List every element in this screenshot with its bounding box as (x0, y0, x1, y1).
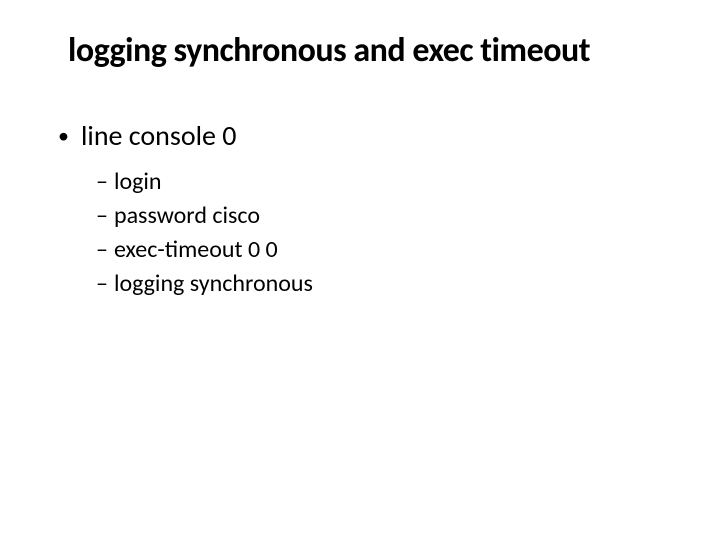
dash-icon: – (96, 235, 108, 265)
list-item: • line console 0 (58, 119, 660, 153)
list-item-label: exec-timeout 0 0 (114, 235, 278, 265)
list-item: – password cisco (96, 201, 660, 231)
sublist: – login – password cisco – exec-timeout … (96, 167, 660, 299)
dash-icon: – (96, 201, 108, 231)
list-item-label: logging synchronous (114, 269, 313, 299)
dash-icon: – (96, 269, 108, 299)
slide-container: logging synchronous and exec timeout • l… (0, 0, 720, 540)
dash-icon: – (96, 167, 108, 197)
list-item: – logging synchronous (96, 269, 660, 299)
bullet-dot-icon: • (58, 119, 69, 153)
list-item-label: password cisco (114, 201, 260, 231)
list-item: – exec-timeout 0 0 (96, 235, 660, 265)
list-item-label: login (114, 167, 162, 197)
list-item: – login (96, 167, 660, 197)
slide-title: logging synchronous and exec timeout (68, 30, 660, 71)
list-item-label: line console 0 (81, 119, 237, 153)
